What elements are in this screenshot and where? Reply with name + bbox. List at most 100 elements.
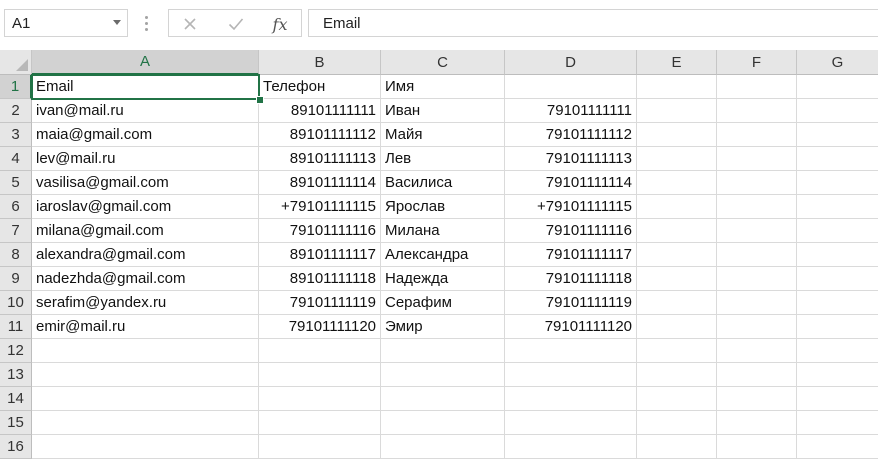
- select-all-button[interactable]: [0, 50, 32, 75]
- cell-c3[interactable]: Майя: [381, 123, 505, 147]
- cell-c10[interactable]: Серафим: [381, 291, 505, 315]
- cell-d2[interactable]: 79101111111: [505, 99, 637, 123]
- cell-f1[interactable]: [717, 75, 797, 99]
- cell-e5[interactable]: [637, 171, 717, 195]
- cell-e8[interactable]: [637, 243, 717, 267]
- row-header-15[interactable]: 15: [0, 411, 32, 435]
- fill-handle[interactable]: [256, 96, 264, 104]
- cell-f3[interactable]: [717, 123, 797, 147]
- cell-e2[interactable]: [637, 99, 717, 123]
- cell-f5[interactable]: [717, 171, 797, 195]
- cell-g1[interactable]: [797, 75, 878, 99]
- row-header-13[interactable]: 13: [0, 363, 32, 387]
- cell-c2[interactable]: Иван: [381, 99, 505, 123]
- cell-e7[interactable]: [637, 219, 717, 243]
- cell-e1[interactable]: [637, 75, 717, 99]
- cell-e16[interactable]: [637, 435, 717, 459]
- name-box[interactable]: A1: [4, 9, 128, 37]
- cell-b2[interactable]: 89101111111: [259, 99, 381, 123]
- row-header-8[interactable]: 8: [0, 243, 32, 267]
- column-header-a[interactable]: A: [32, 50, 259, 75]
- cell-a5[interactable]: vasilisa@gmail.com: [32, 171, 259, 195]
- cell-b16[interactable]: [259, 435, 381, 459]
- cell-f14[interactable]: [717, 387, 797, 411]
- cell-f12[interactable]: [717, 339, 797, 363]
- cell-a3[interactable]: maia@gmail.com: [32, 123, 259, 147]
- cell-b15[interactable]: [259, 411, 381, 435]
- cell-g15[interactable]: [797, 411, 878, 435]
- cell-a10[interactable]: serafim@yandex.ru: [32, 291, 259, 315]
- cell-g13[interactable]: [797, 363, 878, 387]
- cell-d5[interactable]: 79101111114: [505, 171, 637, 195]
- cell-f4[interactable]: [717, 147, 797, 171]
- row-header-3[interactable]: 3: [0, 123, 32, 147]
- row-header-12[interactable]: 12: [0, 339, 32, 363]
- cell-g14[interactable]: [797, 387, 878, 411]
- cell-e15[interactable]: [637, 411, 717, 435]
- cell-b9[interactable]: 89101111118: [259, 267, 381, 291]
- cell-b6[interactable]: +79101111115: [259, 195, 381, 219]
- cell-a11[interactable]: emir@mail.ru: [32, 315, 259, 339]
- cell-b5[interactable]: 89101111114: [259, 171, 381, 195]
- insert-function-button[interactable]: fx: [262, 10, 298, 38]
- column-header-f[interactable]: F: [717, 50, 797, 75]
- row-header-2[interactable]: 2: [0, 99, 32, 123]
- cell-g11[interactable]: [797, 315, 878, 339]
- cell-a8[interactable]: alexandra@gmail.com: [32, 243, 259, 267]
- cell-b12[interactable]: [259, 339, 381, 363]
- cell-g9[interactable]: [797, 267, 878, 291]
- cell-e4[interactable]: [637, 147, 717, 171]
- cell-e11[interactable]: [637, 315, 717, 339]
- cell-d1[interactable]: [505, 75, 637, 99]
- cell-a13[interactable]: [32, 363, 259, 387]
- cell-c15[interactable]: [381, 411, 505, 435]
- cell-f6[interactable]: [717, 195, 797, 219]
- cell-a6[interactable]: iaroslav@gmail.com: [32, 195, 259, 219]
- cell-a1[interactable]: Email: [32, 75, 259, 99]
- cell-a12[interactable]: [32, 339, 259, 363]
- cell-c7[interactable]: Милана: [381, 219, 505, 243]
- row-header-14[interactable]: 14: [0, 387, 32, 411]
- column-header-e[interactable]: E: [637, 50, 717, 75]
- cell-f7[interactable]: [717, 219, 797, 243]
- cell-d4[interactable]: 79101111113: [505, 147, 637, 171]
- cell-f11[interactable]: [717, 315, 797, 339]
- cell-g16[interactable]: [797, 435, 878, 459]
- cell-d12[interactable]: [505, 339, 637, 363]
- row-header-4[interactable]: 4: [0, 147, 32, 171]
- cell-e14[interactable]: [637, 387, 717, 411]
- row-header-11[interactable]: 11: [0, 315, 32, 339]
- cell-d9[interactable]: 79101111118: [505, 267, 637, 291]
- cell-b3[interactable]: 89101111112: [259, 123, 381, 147]
- cell-e10[interactable]: [637, 291, 717, 315]
- cell-a7[interactable]: milana@gmail.com: [32, 219, 259, 243]
- row-header-16[interactable]: 16: [0, 435, 32, 459]
- cell-c5[interactable]: Василиса: [381, 171, 505, 195]
- cell-g10[interactable]: [797, 291, 878, 315]
- cell-c9[interactable]: Надежда: [381, 267, 505, 291]
- cell-c1[interactable]: Имя: [381, 75, 505, 99]
- row-header-10[interactable]: 10: [0, 291, 32, 315]
- cell-g4[interactable]: [797, 147, 878, 171]
- cell-e9[interactable]: [637, 267, 717, 291]
- cell-b11[interactable]: 79101111120: [259, 315, 381, 339]
- cell-a15[interactable]: [32, 411, 259, 435]
- cell-d8[interactable]: 79101111117: [505, 243, 637, 267]
- cell-b8[interactable]: 89101111117: [259, 243, 381, 267]
- cell-g6[interactable]: [797, 195, 878, 219]
- cell-c4[interactable]: Лев: [381, 147, 505, 171]
- cell-c11[interactable]: Эмир: [381, 315, 505, 339]
- cell-b4[interactable]: 89101111113: [259, 147, 381, 171]
- column-header-d[interactable]: D: [505, 50, 637, 75]
- formula-input[interactable]: Email: [308, 9, 878, 37]
- cell-d6[interactable]: +79101111115: [505, 195, 637, 219]
- cell-g7[interactable]: [797, 219, 878, 243]
- cell-g5[interactable]: [797, 171, 878, 195]
- cell-a9[interactable]: nadezhda@gmail.com: [32, 267, 259, 291]
- chevron-down-icon[interactable]: [113, 20, 121, 25]
- cell-c14[interactable]: [381, 387, 505, 411]
- column-header-g[interactable]: G: [797, 50, 878, 75]
- grip-icon[interactable]: [145, 16, 148, 32]
- cell-e6[interactable]: [637, 195, 717, 219]
- cell-d15[interactable]: [505, 411, 637, 435]
